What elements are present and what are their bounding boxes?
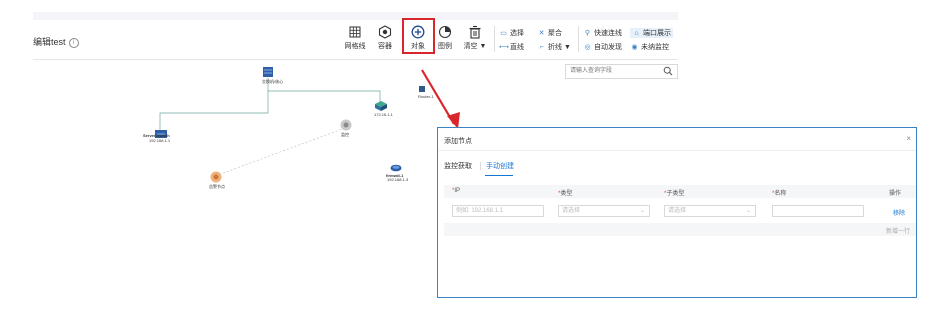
table-row: 例如: 192.168.1.1 请选择 ⌄ 请选择 ⌄ 移除: [444, 202, 916, 220]
node-label: 172.16.1.1: [374, 112, 393, 117]
tab-manual-create[interactable]: 手动创建: [486, 161, 514, 171]
add-row-bar: 新增一行: [444, 223, 916, 236]
node-label: 告警节点: [209, 184, 225, 189]
ip-input[interactable]: 例如: 192.168.1.1: [452, 205, 544, 217]
type-select[interactable]: 请选择 ⌄: [558, 205, 650, 217]
gray-node-icon[interactable]: [340, 119, 352, 131]
link-line: [267, 78, 381, 103]
node-label: 192.168.1.1: [149, 138, 171, 143]
tab-separator: [480, 162, 481, 170]
router-icon[interactable]: [418, 85, 426, 93]
node-label: 交换机/核心: [262, 79, 284, 84]
link-line-dashed: [217, 127, 346, 176]
node-label: 监控: [341, 132, 349, 137]
dialog-divider: [438, 150, 916, 151]
column-ip-label: IP: [454, 188, 461, 194]
firewall-icon[interactable]: [390, 164, 402, 172]
column-name-label: 名称: [774, 191, 787, 197]
cloud-node-icon[interactable]: [375, 101, 387, 111]
column-name: *名称: [772, 191, 787, 197]
node-label: 192.168.1.3: [387, 177, 409, 182]
column-subtype-label: 子类型: [666, 191, 685, 197]
alert-node-icon[interactable]: [210, 171, 222, 183]
remove-row-button[interactable]: 移除: [893, 208, 905, 217]
column-ip: *IP: [452, 188, 461, 194]
name-input[interactable]: [772, 205, 864, 217]
subtype-select-value: 请选择: [668, 208, 687, 214]
table-header: *IP *类型 *子类型 *名称 操作: [444, 185, 916, 198]
subtype-select[interactable]: 请选择 ⌄: [664, 205, 756, 217]
column-ops: 操作: [889, 191, 902, 197]
node-label: Router-1: [418, 94, 434, 99]
type-select-value: 请选择: [562, 208, 581, 214]
chevron-down-icon: ⌄: [745, 208, 751, 214]
link-line: [159, 91, 269, 130]
close-icon[interactable]: ×: [906, 134, 911, 143]
switch-icon[interactable]: [262, 66, 274, 78]
add-node-dialog: 添加节点 × 监控获取 手动创建 *IP *类型 *子类型 *名称 操作 例如:…: [437, 127, 917, 298]
chevron-down-icon: ⌄: [639, 208, 645, 214]
column-subtype: *子类型: [664, 191, 685, 197]
active-tab-indicator: [485, 175, 513, 176]
tab-monitor-fetch[interactable]: 监控获取: [444, 161, 472, 171]
add-row-button[interactable]: 新增一行: [886, 226, 910, 235]
column-type: *类型: [558, 191, 573, 197]
column-type-label: 类型: [560, 191, 573, 197]
dialog-title: 添加节点: [444, 138, 472, 145]
